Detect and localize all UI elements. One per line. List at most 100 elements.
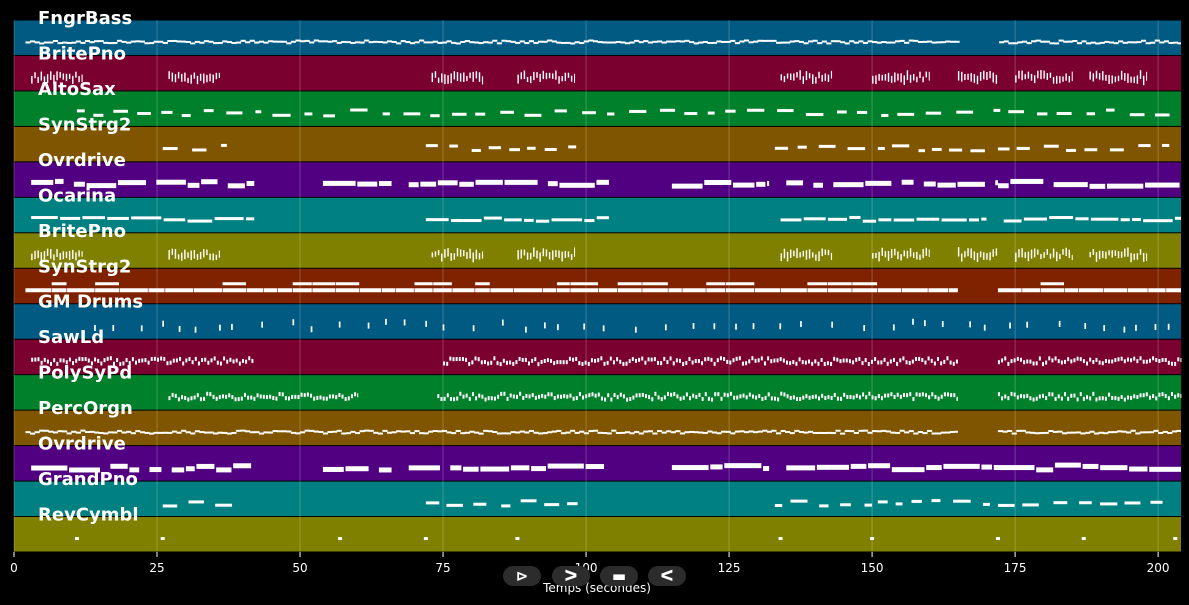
- note: [218, 395, 221, 400]
- note: [147, 360, 150, 365]
- note: [1080, 432, 1086, 435]
- note: [793, 73, 795, 81]
- note: [1040, 69, 1042, 80]
- note: [528, 429, 535, 432]
- note: [523, 70, 526, 80]
- back-button[interactable]: ᐸ: [648, 566, 686, 586]
- note: [533, 247, 535, 257]
- note: [157, 357, 160, 362]
- note: [1121, 430, 1127, 433]
- note: [1127, 247, 1129, 257]
- note: [478, 432, 484, 435]
- note: [291, 394, 294, 399]
- note: [1120, 70, 1123, 80]
- note: [819, 504, 829, 508]
- note: [1148, 431, 1155, 434]
- note: [483, 216, 502, 220]
- stop-button[interactable]: ▬: [600, 566, 638, 586]
- note: [814, 359, 817, 364]
- note: [904, 41, 910, 44]
- note: [986, 72, 988, 81]
- note: [237, 397, 240, 402]
- note: [725, 109, 736, 113]
- note: [1168, 41, 1174, 44]
- note: [925, 247, 928, 256]
- note: [48, 430, 54, 433]
- note: [368, 41, 374, 44]
- note: [1123, 326, 1126, 333]
- forward-button[interactable]: ᐳ: [552, 566, 590, 586]
- note: [684, 112, 698, 116]
- note: [689, 430, 695, 433]
- play-button[interactable]: ⊳: [503, 566, 541, 586]
- note: [344, 397, 347, 402]
- note: [556, 41, 562, 44]
- note: [437, 41, 443, 44]
- note: [734, 42, 740, 45]
- note: [741, 361, 744, 366]
- note: [533, 71, 535, 81]
- note: [1046, 73, 1048, 80]
- note: [335, 282, 360, 286]
- note: [827, 282, 852, 286]
- note: [617, 282, 642, 286]
- note: [607, 393, 610, 398]
- note: [654, 391, 657, 396]
- note: [883, 357, 886, 362]
- note: [870, 537, 875, 541]
- note: [775, 432, 782, 435]
- note: [1066, 431, 1072, 434]
- note: [918, 149, 925, 153]
- note: [716, 358, 719, 363]
- note: [359, 288, 382, 293]
- note: [783, 76, 786, 83]
- note: [1145, 359, 1148, 364]
- note: [548, 252, 551, 260]
- note: [461, 357, 464, 362]
- note: [547, 181, 558, 187]
- note: [238, 361, 241, 366]
- note: [174, 248, 177, 259]
- note: [553, 396, 556, 401]
- note: [545, 72, 548, 80]
- note: [548, 72, 551, 79]
- note: [758, 394, 761, 399]
- note: [130, 432, 136, 435]
- note: [833, 392, 836, 397]
- note: [905, 360, 908, 365]
- note: [995, 537, 1000, 541]
- note: [1167, 432, 1173, 435]
- note: [874, 357, 877, 362]
- note: [304, 39, 310, 42]
- note: [936, 41, 942, 44]
- note: [1103, 288, 1127, 293]
- note: [1159, 41, 1165, 44]
- note: [1060, 396, 1063, 401]
- note: [1146, 71, 1148, 81]
- note: [1018, 249, 1020, 258]
- note: [284, 396, 287, 401]
- note: [894, 72, 896, 83]
- note: [625, 361, 628, 366]
- note: [811, 361, 814, 366]
- note: [761, 397, 764, 402]
- note: [209, 253, 211, 260]
- note: [726, 359, 729, 364]
- note: [1139, 70, 1142, 79]
- note: [808, 249, 811, 259]
- note: [713, 323, 716, 330]
- note: [924, 320, 926, 327]
- note: [886, 361, 889, 366]
- note: [1056, 75, 1058, 84]
- note: [890, 249, 893, 258]
- note: [446, 503, 463, 507]
- note: [669, 356, 672, 361]
- note: [166, 361, 169, 366]
- note: [815, 254, 817, 261]
- note: [970, 248, 972, 259]
- note: [992, 72, 994, 83]
- note: [671, 465, 709, 471]
- note: [1099, 502, 1118, 506]
- note: [1049, 72, 1052, 78]
- note: [1129, 466, 1148, 472]
